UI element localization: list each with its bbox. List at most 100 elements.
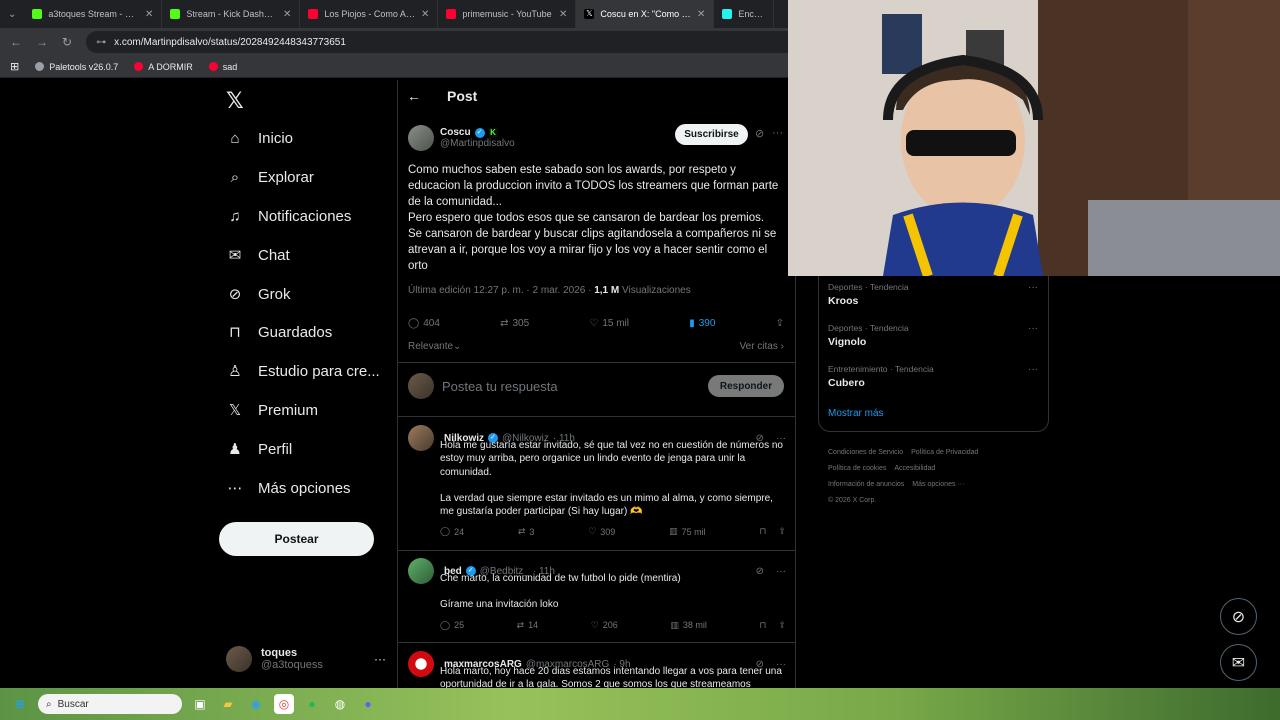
- repost-button[interactable]: ⇄ 14: [517, 620, 539, 631]
- webcam-image: [788, 0, 1280, 276]
- tab-0[interactable]: a3toques Stream - Watch✕: [24, 0, 163, 28]
- close-icon[interactable]: ✕: [697, 9, 705, 20]
- tab-1[interactable]: Stream - Kick Dashboard ✕: [162, 0, 301, 28]
- nav-bookmarks[interactable]: ⊓ Guardados: [226, 319, 332, 345]
- task-view-icon[interactable]: ▣: [190, 694, 210, 714]
- bookmark-button[interactable]: ▮ 390: [689, 318, 715, 329]
- avatar[interactable]: [408, 651, 434, 677]
- reply-icon: ◯: [408, 318, 420, 329]
- trend-item[interactable]: Deportes · Tendencia Vignolo ···: [828, 323, 1038, 348]
- views-button[interactable]: ▥ 75 mil: [669, 526, 706, 537]
- nav-home[interactable]: ⌂ Inicio: [226, 125, 293, 151]
- avatar[interactable]: [408, 125, 434, 151]
- tab-search-icon[interactable]: ⌄: [0, 9, 24, 20]
- accessibility-link[interactable]: Accesibilidad: [894, 465, 935, 472]
- close-icon[interactable]: ✕: [283, 9, 291, 20]
- forward-icon[interactable]: →: [36, 35, 48, 49]
- close-icon[interactable]: ✕: [145, 9, 153, 20]
- trend-item[interactable]: Entretenimiento · Tendencia Cubero ···: [828, 364, 1038, 389]
- sort-dropdown[interactable]: Relevante⌄: [408, 341, 461, 352]
- reply-text: Che marto, la comunidad de tw futbol lo …: [440, 573, 681, 611]
- more-options-link[interactable]: Más opciones ···: [912, 481, 964, 488]
- author-name[interactable]: Coscu: [440, 127, 471, 138]
- nav-notifications[interactable]: ♫ Notificaciones: [226, 203, 351, 229]
- bookmark-paletools[interactable]: Paletools v26.0.7: [35, 62, 118, 72]
- reload-icon[interactable]: ↻: [62, 35, 72, 49]
- more-icon[interactable]: ···: [772, 127, 783, 139]
- nav-chat[interactable]: ✉ Chat: [226, 242, 290, 268]
- nav-more[interactable]: ⋯ Más opciones: [226, 475, 351, 501]
- reply-item[interactable]: Nilkowiz ✓ @Nilkowiz · 11h ⊘ ··· Hola me …: [408, 425, 786, 537]
- grok-icon[interactable]: ⊘: [755, 127, 764, 140]
- like-button[interactable]: ♡ 15 mil: [589, 318, 629, 329]
- taskbar-search[interactable]: ⌕ Buscar: [38, 694, 182, 714]
- nav-explore[interactable]: ⌕ Explorar: [226, 164, 314, 190]
- messages-fab-icon[interactable]: ✉: [1220, 644, 1257, 681]
- apps-icon[interactable]: ⊞: [10, 60, 19, 73]
- bookmark-icon[interactable]: ⊓: [759, 620, 766, 631]
- reply-button[interactable]: ◯ 25: [440, 620, 464, 631]
- share-button[interactable]: ⇪: [776, 318, 784, 329]
- like-button[interactable]: ♡ 309: [588, 526, 615, 537]
- views-button[interactable]: ▥ 38 mil: [670, 620, 707, 631]
- grok-fab-icon[interactable]: ⊘: [1220, 598, 1257, 635]
- reply-item[interactable]: bed ✓ @Bedbitz_ · 11h ⊘ ··· Che marto, la…: [408, 558, 786, 631]
- nav-creator-studio[interactable]: ♙ Estudio para cre...: [226, 358, 379, 384]
- more-icon[interactable]: ···: [374, 652, 386, 666]
- back-arrow-icon[interactable]: ←: [407, 88, 421, 104]
- repost-button[interactable]: ⇄ 305: [500, 318, 529, 329]
- windows-start-icon[interactable]: ⊞: [10, 694, 30, 714]
- site-info-icon[interactable]: ⊶: [96, 37, 106, 48]
- subscribe-button[interactable]: Suscribirse: [675, 124, 748, 145]
- discord-icon[interactable]: ●: [358, 694, 378, 714]
- edge-icon[interactable]: ◉: [246, 694, 266, 714]
- reply-button[interactable]: ◯ 24: [440, 526, 464, 537]
- spotify-icon[interactable]: ●: [302, 694, 322, 714]
- ads-info-link[interactable]: Información de anuncios: [828, 481, 904, 488]
- share-icon[interactable]: ⇪: [778, 526, 786, 537]
- privacy-link[interactable]: Política de Privacidad: [911, 449, 978, 456]
- tab-4[interactable]: 𝕏Coscu en X: "Como much✕: [576, 0, 715, 28]
- chrome-icon[interactable]: ◎: [274, 694, 294, 714]
- share-icon[interactable]: ⇪: [778, 620, 786, 631]
- nav-grok[interactable]: ⊘ Grok: [226, 281, 291, 307]
- account-switcher[interactable]: toques @a3toquess ···: [226, 643, 386, 675]
- cookies-link[interactable]: Política de cookies: [828, 465, 886, 472]
- app-icon[interactable]: ◍: [330, 694, 350, 714]
- youtube-icon: [208, 62, 218, 71]
- grok-icon[interactable]: ⊘: [756, 566, 764, 577]
- close-icon[interactable]: ✕: [421, 9, 429, 20]
- replies-sort-bar: Relevante⌄ Ver citas ›: [408, 341, 784, 352]
- nav-profile[interactable]: ♟ Perfil: [226, 436, 292, 462]
- more-icon[interactable]: ···: [1028, 323, 1038, 334]
- reply-input[interactable]: Postea tu respuesta: [442, 379, 700, 394]
- more-icon[interactable]: ···: [776, 566, 786, 577]
- view-quotes-link[interactable]: Ver citas ›: [740, 341, 784, 352]
- show-more-link[interactable]: Mostrar más: [828, 408, 884, 419]
- avatar[interactable]: [408, 425, 434, 451]
- nav-premium[interactable]: 𝕏 Premium: [226, 397, 318, 423]
- avatar[interactable]: [408, 558, 434, 584]
- tab-5[interactable]: Encuentra 'yo: [714, 0, 775, 28]
- os-taskbar: ⊞ ⌕ Buscar ▣ ▰ ◉ ◎ ● ◍ ●: [0, 688, 1280, 720]
- bookmark-sad[interactable]: sad: [208, 62, 237, 72]
- close-icon[interactable]: ✕: [559, 9, 567, 20]
- bookmark-a-dormir[interactable]: A DORMIR: [134, 62, 193, 72]
- reply-item[interactable]: maxmarcosARG @maxmarcosARG · 9h ⊘ ··· Hol…: [408, 651, 786, 688]
- like-button[interactable]: ♡ 206: [591, 620, 618, 631]
- tab-3[interactable]: primemusic - YouTube ✕: [438, 0, 577, 28]
- more-icon[interactable]: ···: [1028, 364, 1038, 375]
- post-button[interactable]: Postear: [219, 522, 374, 556]
- reply-submit-button[interactable]: Responder: [708, 375, 784, 397]
- terms-link[interactable]: Condiciones de Servicio: [828, 449, 903, 456]
- bookmark-icon[interactable]: ⊓: [759, 526, 766, 537]
- file-explorer-icon[interactable]: ▰: [218, 694, 238, 714]
- x-logo-icon[interactable]: 𝕏: [226, 88, 244, 114]
- reply-button[interactable]: ◯ 404: [408, 318, 440, 329]
- tab-2[interactable]: Los Piojos - Como Alí (Co✕: [300, 0, 439, 28]
- trend-item[interactable]: Deportes · Tendencia Kroos ···: [828, 282, 1038, 307]
- author-handle[interactable]: @Martinpdisalvo: [440, 138, 515, 149]
- more-icon[interactable]: ···: [1028, 282, 1038, 293]
- back-icon[interactable]: ←: [10, 35, 22, 49]
- repost-button[interactable]: ⇄ 3: [518, 526, 535, 537]
